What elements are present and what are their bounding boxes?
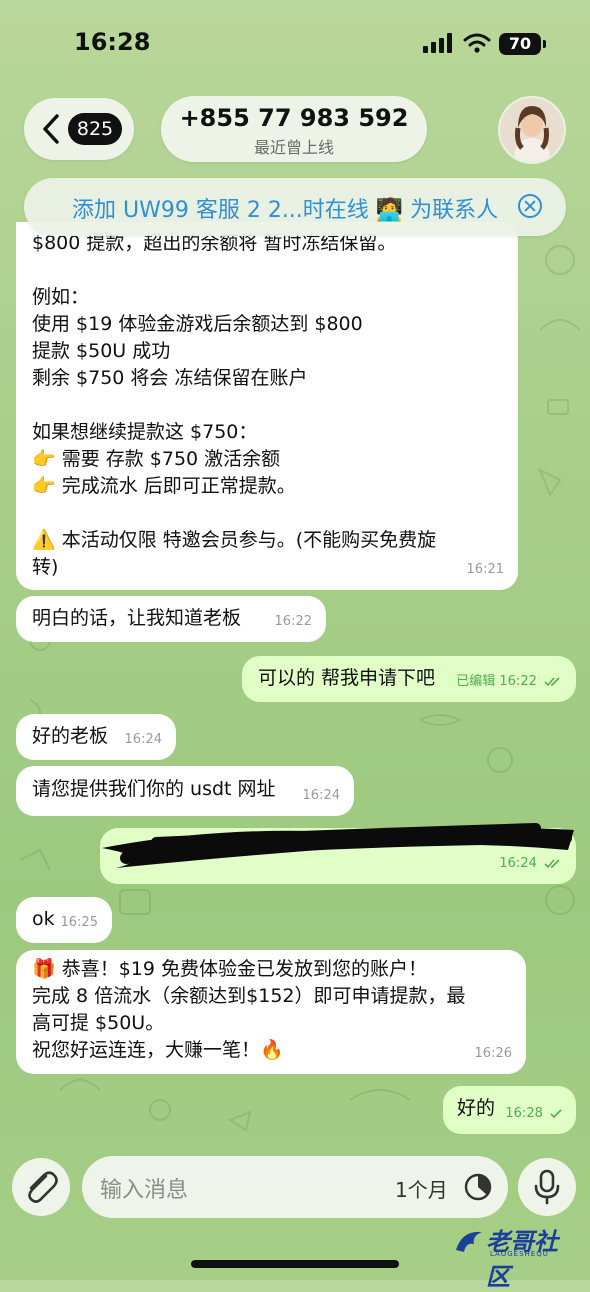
back-chevron-icon — [43, 114, 59, 144]
message-bubble-incoming[interactable]: ok 16:25 — [16, 897, 112, 943]
message-time: 16:22 — [274, 614, 312, 629]
message-text: ok — [32, 908, 55, 930]
microphone-button[interactable] — [518, 1158, 576, 1216]
timer-icon[interactable] — [463, 1172, 493, 1202]
paperclip-icon — [28, 1171, 58, 1203]
message-text-line — [32, 257, 502, 284]
message-text-line: ⚠️ 本活动仅限 特邀会员参与。(不能购买免费旋 — [32, 529, 437, 551]
edited-label: 已编辑 — [456, 674, 496, 689]
message-text: 请您提供我们你的 usdt 网址 — [32, 778, 276, 800]
message-text-line — [32, 500, 502, 527]
message-bubble-incoming[interactable]: $800 提款，超出的余额将 暂时冻结保留。 例如： 使用 $19 体验金游戏后余… — [16, 222, 518, 590]
add-contact-banner[interactable]: 添加 UW99 客服 2 2...时在线 🧑‍💻 为联系人 — [24, 178, 566, 236]
redaction-scribble — [102, 823, 574, 868]
battery-icon: 70 — [499, 33, 541, 55]
single-check-icon — [550, 1108, 562, 1118]
message-bubble-outgoing[interactable]: 可以的 帮我申请下吧 已编辑 16:22 — [242, 656, 576, 702]
message-text: 可以的 帮我申请下吧 — [258, 667, 436, 689]
message-text-line: 使用 $19 体验金游戏后余额达到 $800 — [32, 313, 363, 335]
double-check-icon — [544, 676, 560, 686]
battery-tip — [543, 40, 546, 48]
auto-delete-timer-label[interactable]: 1个月 — [395, 1174, 448, 1203]
home-indicator[interactable] — [191, 1260, 399, 1268]
message-time: 16:28 — [505, 1106, 543, 1121]
microphone-icon — [534, 1169, 560, 1205]
message-text: 明白的话，让我知道老板 — [32, 607, 242, 629]
message-text-line: 🎁 恭喜！$19 免费体验金已发放到您的账户！ — [32, 958, 428, 980]
message-input[interactable]: 输入消息 1个月 — [82, 1156, 508, 1218]
wifi-icon — [463, 33, 491, 53]
message-bubble-outgoing[interactable]: 好的 16:28 — [443, 1086, 576, 1134]
message-text-line: 如果想继续提款这 $750： — [32, 421, 258, 443]
message-text-line: 祝您好运连连，大赚一笔！🔥 — [32, 1039, 284, 1061]
message-text: 好的 — [457, 1097, 496, 1119]
message-time: 16:24 — [302, 788, 340, 803]
back-button[interactable]: 825 — [24, 98, 134, 160]
dragon-icon — [456, 1231, 482, 1252]
message-bubble-incoming[interactable]: 好的老板 16:24 — [16, 714, 176, 760]
message-text-line: 提款 $50U 成功 — [32, 340, 171, 362]
message-text-line: 剩余 $750 将会 冻结保留在账户 — [32, 367, 308, 389]
avatar[interactable] — [500, 98, 564, 162]
last-seen-status: 最近曾上线 — [253, 138, 334, 157]
message-text-line: 转) — [32, 556, 59, 578]
message-meta: 已编辑 16:22 — [456, 668, 562, 695]
message-time: 16:26 — [474, 1046, 512, 1061]
watermark-subtext: LAOGESHEQU — [490, 1250, 549, 1258]
add-contact-label: 添加 UW99 客服 2 2...时在线 🧑‍💻 为联系人 — [72, 198, 499, 223]
attach-button[interactable] — [12, 1158, 70, 1216]
message-text-line: 👉 完成流水 后即可正常提款。 — [32, 475, 296, 497]
contact-phone: +855 77 983 592 — [179, 104, 409, 132]
message-text-line: 完成 8 倍流水（余额达到$152）即可申请提款，最 — [32, 985, 466, 1007]
avatar-photo — [500, 98, 564, 162]
status-time: 16:28 — [74, 28, 151, 56]
message-meta: 16:28 — [505, 1100, 562, 1127]
status-bar: 16:28 70 — [0, 0, 590, 90]
signal-icon — [423, 33, 452, 53]
chat-title[interactable]: +855 77 983 592 最近曾上线 — [161, 96, 427, 162]
message-text: 好的老板 — [32, 725, 109, 747]
message-text-line: 例如： — [32, 286, 90, 308]
unread-count-badge: 825 — [68, 113, 122, 145]
message-bubble-incoming[interactable]: 明白的话，让我知道老板 16:22 — [16, 596, 326, 642]
message-bubble-incoming[interactable]: 请您提供我们你的 usdt 网址 16:24 — [16, 766, 354, 816]
message-time: 16:24 — [124, 732, 162, 747]
message-time: 16:25 — [60, 915, 98, 930]
message-text-line: 高可提 $50U。 — [32, 1012, 165, 1034]
message-text: $800 提款，超出的余额将 暂时冻结保留。 例如： 使用 $19 体验金游戏后余… — [32, 230, 502, 581]
message-text: 🎁 恭喜！$19 免费体验金已发放到您的账户！ 完成 8 倍流水（余额达到$152… — [32, 956, 510, 1064]
message-time: 16:21 — [466, 562, 504, 577]
close-circle-icon[interactable] — [518, 194, 542, 218]
watermark-logo: 老哥社区 LAOGESHEQU — [452, 1220, 580, 1291]
message-text-line — [32, 392, 502, 419]
message-time: 16:22 — [499, 674, 537, 689]
message-input-placeholder: 输入消息 — [100, 1178, 189, 1203]
message-text-line: 👉 需要 存款 $750 激活余额 — [32, 448, 281, 470]
message-bubble-incoming[interactable]: 🎁 恭喜！$19 免费体验金已发放到您的账户！ 完成 8 倍流水（余额达到$152… — [16, 950, 526, 1074]
